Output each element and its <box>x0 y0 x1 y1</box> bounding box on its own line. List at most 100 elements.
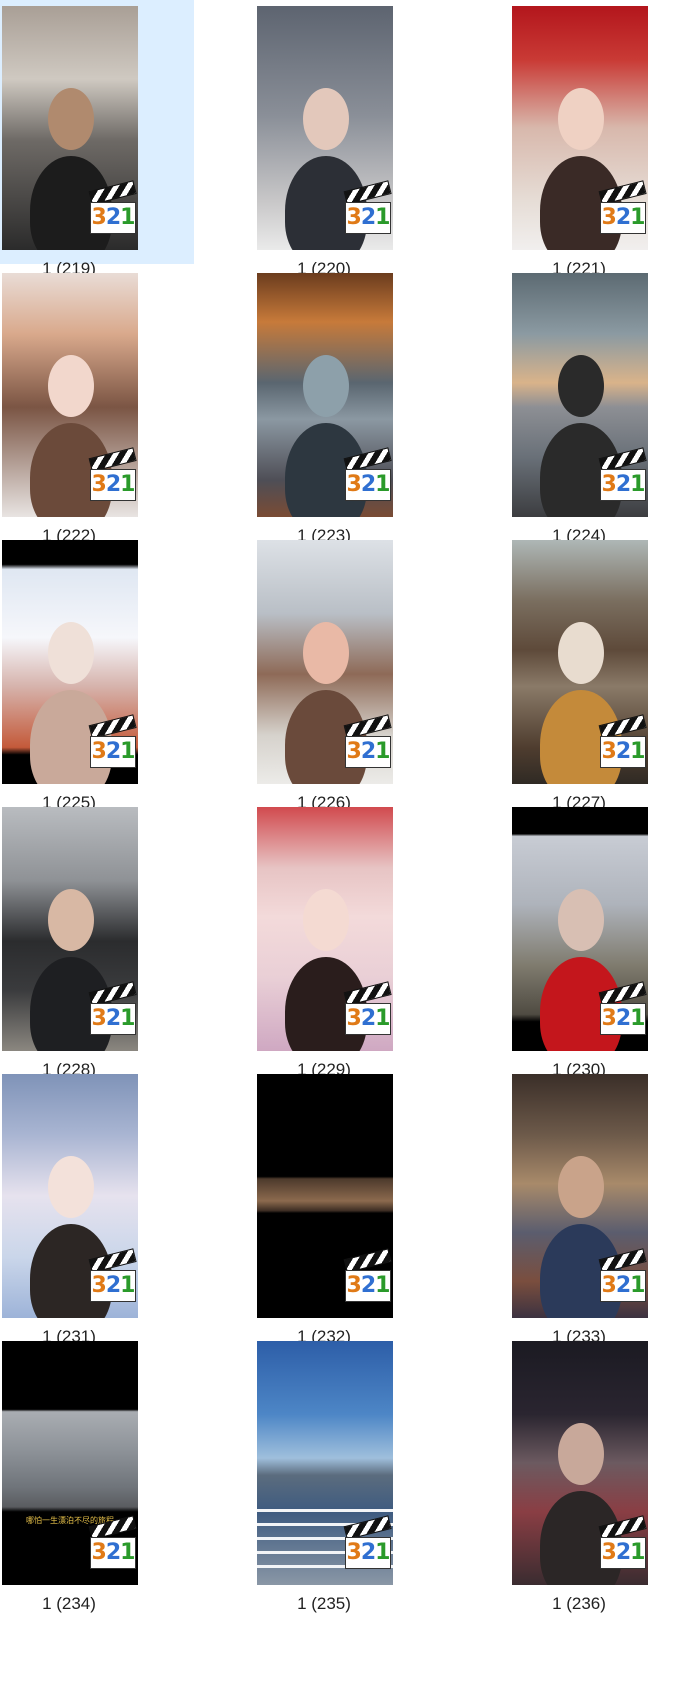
thumbnail-subject-head <box>48 88 94 150</box>
clapperboard-digits: 321 <box>90 469 136 501</box>
badge-digit-1: 1 <box>120 205 135 230</box>
badge-digit-2: 2 <box>105 205 121 230</box>
badge-digit-3: 3 <box>346 205 362 230</box>
badge-digit-2: 2 <box>105 472 121 497</box>
badge-digit-3: 3 <box>601 1273 617 1298</box>
media-player-classic-clapperboard-icon: 321 <box>88 180 138 235</box>
badge-digit-2: 2 <box>360 205 376 230</box>
file-item[interactable]: 321 1 (220) <box>255 0 435 278</box>
thumbnail-subject-head <box>558 1423 604 1485</box>
file-item[interactable]: 321 1 (222) <box>0 267 194 545</box>
badge-digit-3: 3 <box>91 472 107 497</box>
media-player-classic-clapperboard-icon: 321 <box>343 981 393 1036</box>
badge-digit-1: 1 <box>375 205 390 230</box>
media-player-classic-clapperboard-icon: 321 <box>598 714 648 769</box>
media-player-classic-clapperboard-icon: 321 <box>598 180 648 235</box>
thumbnail-subject-head <box>558 1156 604 1218</box>
badge-digit-1: 1 <box>630 1273 645 1298</box>
clapperboard-digits: 321 <box>90 202 136 234</box>
badge-digit-1: 1 <box>375 1006 390 1031</box>
file-item[interactable]: 321 1 (225) <box>0 534 194 812</box>
file-item[interactable]: 321 1 (227) <box>510 534 690 812</box>
media-player-classic-clapperboard-icon: 321 <box>343 447 393 502</box>
clapperboard-digits: 321 <box>600 1270 646 1302</box>
badge-digit-2: 2 <box>105 1273 121 1298</box>
file-item[interactable]: 哪怕一生漂泊不尽的旅程 321 1 (234) <box>0 1335 194 1613</box>
badge-digit-1: 1 <box>375 1540 390 1565</box>
badge-digit-1: 1 <box>120 1006 135 1031</box>
thumbnail-subject-head <box>48 355 94 417</box>
thumbnail-subject-head <box>48 622 94 684</box>
badge-digit-1: 1 <box>120 1540 135 1565</box>
file-item[interactable]: 321 1 (236) <box>510 1335 690 1613</box>
clapperboard-digits: 321 <box>600 469 646 501</box>
clapperboard-digits: 321 <box>90 736 136 768</box>
file-item[interactable]: 321 1 (228) <box>0 801 194 1079</box>
badge-digit-2: 2 <box>615 1540 631 1565</box>
badge-digit-2: 2 <box>360 739 376 764</box>
file-item[interactable]: 321 1 (224) <box>510 267 690 545</box>
file-item[interactable]: 321 1 (221) <box>510 0 690 278</box>
badge-digit-1: 1 <box>630 1006 645 1031</box>
badge-digit-1: 1 <box>120 472 135 497</box>
badge-digit-3: 3 <box>601 472 617 497</box>
file-item[interactable]: 321 1 (229) <box>255 801 435 1079</box>
file-item[interactable]: 321 1 (232) <box>255 1068 435 1346</box>
file-name-label: 1 (234) <box>42 1594 96 1613</box>
badge-digit-2: 2 <box>105 1006 121 1031</box>
badge-digit-3: 3 <box>91 205 107 230</box>
clapperboard-digits: 321 <box>600 202 646 234</box>
clapperboard-digits: 321 <box>345 1270 391 1302</box>
clapperboard-digits: 321 <box>90 1270 136 1302</box>
badge-digit-2: 2 <box>360 1540 376 1565</box>
file-item[interactable]: 321 1 (235) <box>255 1335 435 1613</box>
badge-digit-3: 3 <box>601 739 617 764</box>
file-item[interactable]: 321 1 (223) <box>255 267 435 545</box>
badge-digit-2: 2 <box>615 1273 631 1298</box>
badge-digit-3: 3 <box>346 739 362 764</box>
badge-digit-1: 1 <box>375 472 390 497</box>
thumbnail-subject-head <box>303 355 349 417</box>
media-player-classic-clapperboard-icon: 321 <box>343 714 393 769</box>
badge-digit-2: 2 <box>105 739 121 764</box>
thumbnail-subject-head <box>303 889 349 951</box>
badge-digit-1: 1 <box>375 739 390 764</box>
clapperboard-digits: 321 <box>345 202 391 234</box>
thumbnail-railing <box>257 1509 393 1512</box>
thumbnail-subject-head <box>558 88 604 150</box>
media-player-classic-clapperboard-icon: 321 <box>343 1515 393 1570</box>
badge-digit-2: 2 <box>360 1006 376 1031</box>
badge-digit-2: 2 <box>360 472 376 497</box>
badge-digit-1: 1 <box>630 1540 645 1565</box>
file-name-label: 1 (236) <box>552 1594 606 1613</box>
media-player-classic-clapperboard-icon: 321 <box>88 447 138 502</box>
badge-digit-3: 3 <box>91 1273 107 1298</box>
clapperboard-digits: 321 <box>600 736 646 768</box>
media-player-classic-clapperboard-icon: 321 <box>88 1515 138 1570</box>
badge-digit-2: 2 <box>615 739 631 764</box>
clapperboard-digits: 321 <box>90 1537 136 1569</box>
badge-digit-3: 3 <box>601 1006 617 1031</box>
clapperboard-digits: 321 <box>345 469 391 501</box>
media-player-classic-clapperboard-icon: 321 <box>343 180 393 235</box>
file-item[interactable]: 321 1 (226) <box>255 534 435 812</box>
file-item[interactable]: 321 1 (230) <box>510 801 690 1079</box>
badge-digit-3: 3 <box>91 1006 107 1031</box>
badge-digit-1: 1 <box>120 1273 135 1298</box>
media-player-classic-clapperboard-icon: 321 <box>88 981 138 1036</box>
media-player-classic-clapperboard-icon: 321 <box>598 1248 648 1303</box>
badge-digit-2: 2 <box>615 472 631 497</box>
file-item[interactable]: 321 1 (231) <box>0 1068 194 1346</box>
file-item[interactable]: 321 1 (233) <box>510 1068 690 1346</box>
thumbnail-subject-head <box>303 88 349 150</box>
file-item[interactable]: 321 1 (219) <box>0 0 194 278</box>
file-name-label: 1 (235) <box>297 1594 351 1613</box>
thumbnail-subject-head <box>558 355 604 417</box>
badge-digit-2: 2 <box>360 1273 376 1298</box>
thumbnail-subject-head <box>303 622 349 684</box>
clapperboard-digits: 321 <box>345 1003 391 1035</box>
thumbnail-subject-head <box>48 889 94 951</box>
badge-digit-3: 3 <box>346 1006 362 1031</box>
badge-digit-1: 1 <box>630 472 645 497</box>
badge-digit-1: 1 <box>375 1273 390 1298</box>
